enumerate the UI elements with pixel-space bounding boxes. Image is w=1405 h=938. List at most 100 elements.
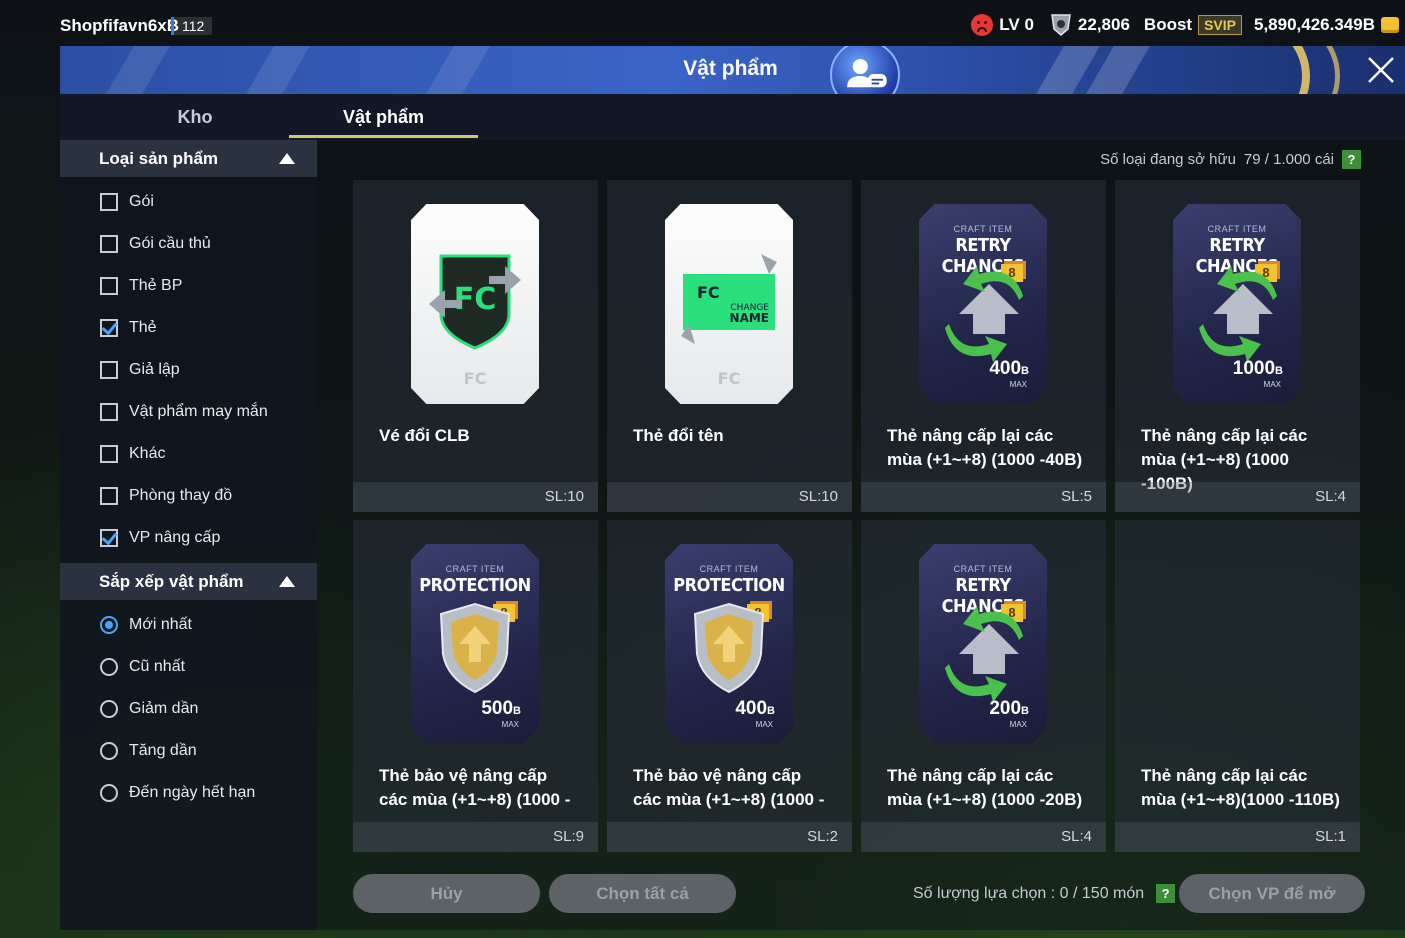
protection-art: CRAFT ITEM PROTECTION 8 500B MAX <box>411 544 539 744</box>
owned-label: Số loại đang sở hữu <box>1100 151 1236 168</box>
selection-label: Số lượng lựa chọn : 0 / 150 món <box>913 884 1145 902</box>
item-grid-panel: Số loại đang sở hữu 79 / 1.000 cái ? FC … <box>317 140 1405 930</box>
tab-items[interactable]: Vật phẩm <box>289 94 478 140</box>
item-card[interactable]: Thẻ nâng cấp lại các mùa (+1~+8)(1000 -1… <box>1115 520 1360 852</box>
owned-count: Số loại đang sở hữu 79 / 1.000 cái ? <box>1100 150 1361 169</box>
tab-inventory[interactable]: Kho <box>100 94 290 140</box>
product-type-title: Loại sản phẩm <box>99 149 219 168</box>
item-name: Thẻ nâng cấp lại các mùa (+1~+8) (1000 -… <box>887 426 1083 469</box>
filter-the[interactable]: Thẻ <box>100 315 157 341</box>
currency-area: LV 0 22,806 Boost SVIP 5,890,426.349B <box>971 12 1399 38</box>
cancel-button[interactable]: Hủy <box>353 874 540 913</box>
filter-goi[interactable]: Gói <box>100 189 154 215</box>
filter-label: Thẻ BP <box>129 277 183 294</box>
svg-text:FC: FC <box>454 282 497 317</box>
radio-icon[interactable] <box>100 742 118 760</box>
checkbox-icon[interactable] <box>100 193 118 211</box>
checkbox-icon[interactable] <box>100 487 118 505</box>
boost-label: Boost <box>1143 15 1193 34</box>
checkbox-icon[interactable] <box>100 235 118 253</box>
filter-label: Khác <box>129 445 166 462</box>
status-bar: Shopfifavn6xB 112 LV 0 22,806 Boost SVIP… <box>0 0 1405 46</box>
item-quantity: SL:4 <box>1315 488 1346 505</box>
title-banner: Vật phẩm <box>60 46 1405 94</box>
sad-face-icon <box>971 14 994 36</box>
radio-icon[interactable] <box>100 784 118 802</box>
club-ticket-art: FC FC <box>411 204 539 404</box>
collapse-triangle-icon <box>279 153 295 164</box>
item-card[interactable]: CRAFT ITEM PROTECTION 8 400B MAX Thẻ bảo… <box>607 520 852 852</box>
sort-newest[interactable]: Mới nhất <box>100 612 192 638</box>
close-icon[interactable] <box>1361 50 1401 90</box>
item-card[interactable]: CRAFT ITEM RETRY CHANCES 8 1000B MAX Thẻ… <box>1115 180 1360 512</box>
svg-text:FC: FC <box>718 369 741 388</box>
retry-chances-art: CRAFT ITEM RETRY CHANCES 8 200B MAX <box>919 544 1047 744</box>
product-type-header[interactable]: Loại sản phẩm <box>60 140 317 177</box>
item-card[interactable]: CRAFT ITEM RETRY CHANCES 8 200B MAX Thẻ … <box>861 520 1106 852</box>
filter-sidebar: Loại sản phẩm Gói Gói cầu thủ Thẻ BP Thẻ… <box>60 140 317 930</box>
item-name: Vé đổi CLB <box>379 426 470 445</box>
item-quantity: SL:10 <box>798 488 838 505</box>
item-card[interactable]: FC CHANGE NAME FC Thẻ đổi tên SL:10 <box>607 180 852 512</box>
filter-label: Vật phẩm may mắn <box>129 403 268 420</box>
item-name: Thẻ nâng cấp lại các mùa (+1~+8) (1000 -… <box>887 766 1083 809</box>
sort-label: Giảm dần <box>129 700 199 717</box>
open-selected-button[interactable]: Chọn VP để mở <box>1179 874 1365 913</box>
filter-the-bp[interactable]: Thẻ BP <box>100 273 182 299</box>
item-card[interactable]: CRAFT ITEM RETRY CHANCES 8 400B MAX Thẻ … <box>861 180 1106 512</box>
checkbox-checked-icon[interactable] <box>100 529 118 547</box>
collapse-triangle-icon <box>279 576 295 587</box>
sort-label: Tăng dần <box>129 742 197 759</box>
item-quantity: SL:4 <box>1061 828 1092 845</box>
filter-label: VP nâng cấp <box>129 529 221 546</box>
sort-descending[interactable]: Giảm dần <box>100 696 198 722</box>
checkbox-icon[interactable] <box>100 361 118 379</box>
filter-phong-thay-do[interactable]: Phòng thay đồ <box>100 483 232 509</box>
player-name: Shopfifavn6xB <box>60 16 180 35</box>
selection-count: Số lượng lựa chọn : 0 / 150 món ? <box>913 884 1176 903</box>
svg-text:FC: FC <box>697 283 720 302</box>
sort-header[interactable]: Sắp xếp vật phẩm <box>60 563 317 600</box>
rank-level: LV 0 <box>999 15 1034 34</box>
filter-gia-lap[interactable]: Giả lập <box>100 357 180 383</box>
item-quantity: SL:1 <box>1315 828 1346 845</box>
svip-badge[interactable]: SVIP <box>1198 15 1242 35</box>
item-quantity: SL:2 <box>807 828 838 845</box>
item-card[interactable]: FC FC Vé đổi CLB SL:10 <box>353 180 598 512</box>
radio-icon[interactable] <box>100 700 118 718</box>
filter-label: Thẻ <box>129 319 157 336</box>
shield-icon <box>1051 14 1071 36</box>
checkbox-icon[interactable] <box>100 403 118 421</box>
help-icon[interactable]: ? <box>1156 884 1176 903</box>
coin-balance: 5,890,426.349B <box>1254 15 1375 34</box>
filter-vat-pham-may-man[interactable]: Vật phẩm may mắn <box>100 399 268 425</box>
player-level-badge: 112 <box>171 17 213 35</box>
radio-selected-icon[interactable] <box>100 616 118 634</box>
checkbox-icon[interactable] <box>100 445 118 463</box>
filter-label: Gói cầu thủ <box>129 235 211 252</box>
sort-label: Mới nhất <box>129 616 192 633</box>
radio-icon[interactable] <box>100 658 118 676</box>
checkbox-checked-icon[interactable] <box>100 319 118 337</box>
sort-oldest[interactable]: Cũ nhất <box>100 654 185 680</box>
checkbox-icon[interactable] <box>100 277 118 295</box>
sort-label: Đến ngày hết hạn <box>129 784 256 801</box>
sort-title: Sắp xếp vật phẩm <box>99 572 244 591</box>
filter-goi-cau-thu[interactable]: Gói cầu thủ <box>100 231 211 257</box>
change-name-art: FC CHANGE NAME FC <box>665 204 793 404</box>
select-all-button[interactable]: Chọn tất cả <box>549 874 736 913</box>
item-card[interactable]: CRAFT ITEM PROTECTION 8 500B MAX Thẻ bảo… <box>353 520 598 852</box>
svg-text:FC: FC <box>464 369 487 388</box>
sort-label: Cũ nhất <box>129 658 186 675</box>
filter-khac[interactable]: Khác <box>100 441 165 467</box>
tab-bar: Kho Vật phẩm <box>60 94 1405 140</box>
filter-label: Giả lập <box>129 361 180 378</box>
filter-vp-nang-cap[interactable]: VP nâng cấp <box>100 525 220 551</box>
sort-ascending[interactable]: Tăng dần <box>100 738 197 764</box>
sort-expiry[interactable]: Đến ngày hết hạn <box>100 780 255 806</box>
retry-chances-art: CRAFT ITEM RETRY CHANCES 8 1000B MAX <box>1173 204 1301 404</box>
help-icon[interactable]: ? <box>1342 150 1361 169</box>
owned-value: 79 / 1.000 cái <box>1243 151 1334 168</box>
item-name: Thẻ bảo vệ nâng cấp các mùa (+1~+8) (100… <box>379 766 571 809</box>
trophy-count: 22,806 <box>1077 15 1130 34</box>
